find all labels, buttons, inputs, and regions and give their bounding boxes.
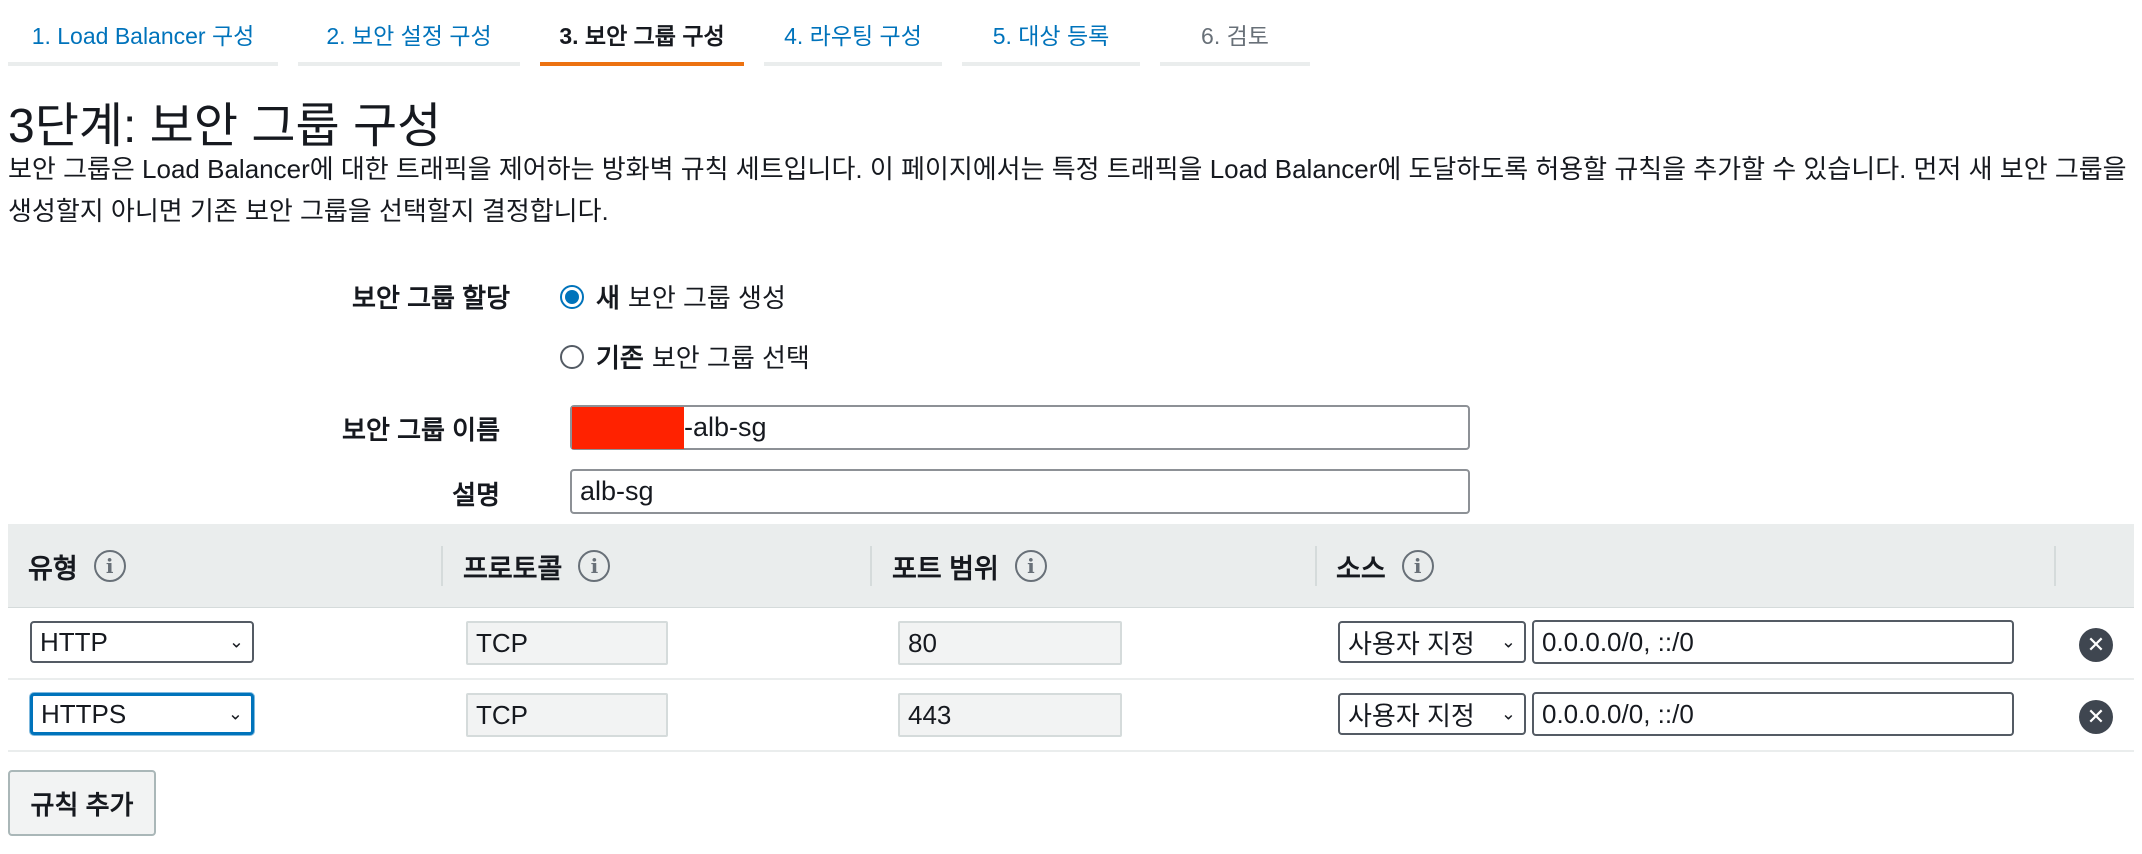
tab-security-groups[interactable]: 3. 보안 그룹 구성 — [540, 0, 744, 66]
security-group-name-input[interactable]: -alb-sg — [570, 405, 1470, 450]
page-title: 3단계: 보안 그룹 구성 — [8, 100, 442, 153]
column-divider — [870, 546, 872, 586]
chevron-down-icon: ⌄ — [1500, 703, 1516, 724]
remove-rule-icon[interactable]: ✕ — [2079, 628, 2113, 662]
type-select[interactable]: HTTP ⌄ — [30, 621, 254, 663]
info-icon[interactable]: i — [1401, 550, 1434, 582]
source-cidr-input[interactable]: 0.0.0.0/0, ::/0 — [1532, 692, 2014, 736]
header-protocol: 프로토콜 i — [463, 524, 611, 608]
type-select-value: HTTP — [40, 626, 108, 657]
add-rule-button[interactable]: 규칙 추가 — [8, 770, 156, 836]
source-select[interactable]: 사용자 지정 ⌄ — [1338, 693, 1526, 735]
column-divider — [2054, 546, 2056, 586]
table-row: HTTPS ⌄ TCP 443 사용자 지정 ⌄ 0.0.0.0/0, ::/0… — [8, 680, 2134, 752]
option-existing-text: 보안 그룹 선택 — [651, 343, 810, 373]
header-type: 유형 i — [28, 524, 126, 608]
port-range-field: 80 — [898, 621, 1122, 665]
source-cidr-input[interactable]: 0.0.0.0/0, ::/0 — [1532, 620, 2014, 664]
radio-new-security-group[interactable]: 새 보안 그룹 생성 — [560, 278, 786, 315]
description-label: 설명 — [452, 480, 500, 510]
info-icon[interactable]: i — [1014, 550, 1047, 582]
tab-register-targets[interactable]: 5. 대상 등록 — [962, 0, 1140, 66]
type-select[interactable]: HTTPS ⌄ — [30, 693, 254, 735]
info-icon[interactable]: i — [578, 550, 611, 582]
option-new-bold: 새 — [596, 283, 620, 313]
header-protocol-label: 프로토콜 — [463, 553, 563, 584]
assign-label: 보안 그룹 할당 — [352, 283, 510, 313]
header-type-label: 유형 — [28, 553, 78, 584]
rules-table-header: 유형 i 프로토콜 i 포트 범위 i 소스 i — [8, 524, 2134, 608]
radio-button-checked[interactable] — [560, 284, 584, 309]
redaction-box — [572, 406, 684, 449]
header-source-label: 소스 — [1336, 553, 1386, 584]
header-port-range: 포트 범위 i — [892, 524, 1047, 608]
description-input[interactable]: alb-sg — [570, 469, 1470, 514]
protocol-field: TCP — [466, 693, 668, 737]
source-select-value: 사용자 지정 — [1348, 700, 1475, 731]
remove-rule-icon[interactable]: ✕ — [2079, 700, 2113, 734]
name-label: 보안 그룹 이름 — [342, 415, 500, 445]
table-row: HTTP ⌄ TCP 80 사용자 지정 ⌄ 0.0.0.0/0, ::/0 ✕ — [8, 608, 2134, 680]
source-select[interactable]: 사용자 지정 ⌄ — [1338, 621, 1526, 663]
port-range-field: 443 — [898, 693, 1122, 737]
chevron-down-icon: ⌄ — [228, 631, 244, 652]
radio-existing-security-group[interactable]: 기존 보안 그룹 선택 — [560, 338, 810, 375]
option-existing-bold: 기존 — [596, 343, 644, 373]
protocol-field: TCP — [466, 621, 668, 665]
page-description: 보안 그룹은 Load Balancer에 대한 트래픽을 제어하는 방화벽 규… — [8, 154, 2127, 226]
header-source: 소스 i — [1336, 524, 1434, 608]
tab-load-balancer[interactable]: 1. Load Balancer 구성 — [8, 0, 278, 66]
tab-security-settings[interactable]: 2. 보안 설정 구성 — [298, 0, 520, 66]
description-value: alb-sg — [580, 476, 654, 506]
chevron-down-icon: ⌄ — [227, 703, 243, 724]
chevron-down-icon: ⌄ — [1500, 631, 1516, 652]
type-select-value: HTTPS — [41, 698, 127, 729]
header-port-label: 포트 범위 — [892, 553, 999, 584]
radio-button-unchecked[interactable] — [560, 344, 584, 369]
column-divider — [441, 546, 443, 586]
source-select-value: 사용자 지정 — [1348, 628, 1475, 659]
name-suffix: -alb-sg — [684, 412, 767, 442]
column-divider — [1315, 546, 1317, 586]
tab-review: 6. 검토 — [1160, 0, 1310, 66]
option-new-text: 보안 그룹 생성 — [627, 283, 786, 313]
info-icon[interactable]: i — [93, 550, 126, 582]
tab-routing[interactable]: 4. 라우팅 구성 — [764, 0, 942, 66]
wizard-tabs: 1. Load Balancer 구성 2. 보안 설정 구성 3. 보안 그룹… — [8, 0, 1330, 66]
